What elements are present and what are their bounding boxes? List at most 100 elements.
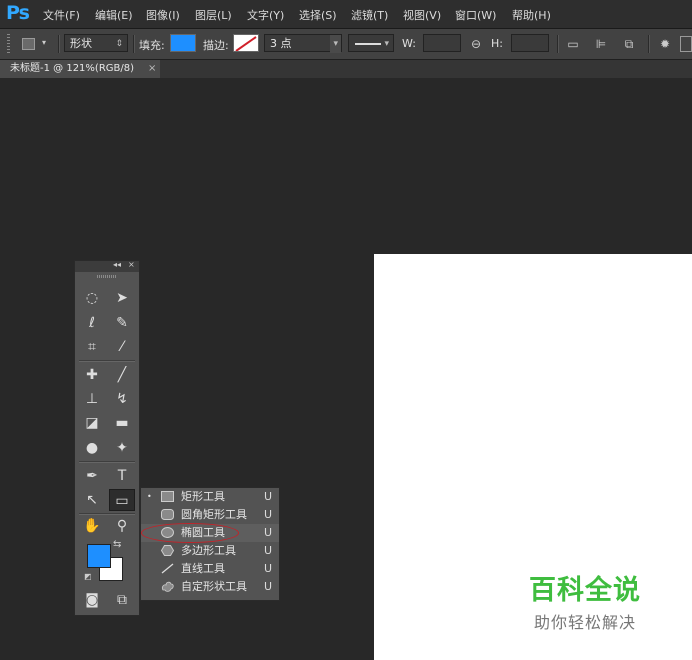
mode-select[interactable]: 形状 ⇕ xyxy=(64,34,128,52)
menu-help[interactable]: 帮助(H) xyxy=(512,7,551,23)
align-edges-checkbox[interactable] xyxy=(680,36,692,52)
pen-tool-icon[interactable]: ✒ xyxy=(79,465,105,487)
dodge-tool-icon[interactable]: ✦ xyxy=(109,437,135,459)
document-tab-title: 未标题-1 @ 121%(RGB/8) xyxy=(10,63,135,74)
flyout-item-shortcut: U xyxy=(264,580,273,593)
default-colors-icon[interactable]: ◩ xyxy=(84,572,92,581)
menu-file[interactable]: 文件(F) xyxy=(43,7,80,23)
quick-mask-icon[interactable]: ◙ xyxy=(79,589,105,611)
flyout-item-polygon[interactable]: 多边形工具 U xyxy=(141,542,279,560)
polygon-icon xyxy=(161,545,174,556)
blur-tool-icon[interactable]: ● xyxy=(79,437,105,459)
eyedropper-tool-icon[interactable]: ⁄ xyxy=(109,336,135,358)
clone-stamp-tool-icon[interactable]: ⊥ xyxy=(79,388,105,410)
path-operations-icon[interactable]: ▭ xyxy=(564,35,582,53)
foreground-color-swatch[interactable] xyxy=(87,544,111,568)
menu-window[interactable]: 窗口(W) xyxy=(455,7,496,23)
menu-layer[interactable]: 图层(L) xyxy=(195,7,232,23)
rectangle-tool-icon[interactable]: ▭ xyxy=(109,489,135,511)
history-brush-tool-icon[interactable]: ↯ xyxy=(109,388,135,410)
type-tool-icon[interactable]: T xyxy=(109,465,135,487)
hand-tool-icon[interactable]: ✋ xyxy=(79,515,105,537)
document-tab[interactable]: 未标题-1 @ 121%(RGB/8) × xyxy=(0,60,160,78)
crop-tool-icon[interactable]: ⌗ xyxy=(79,336,105,358)
stroke-color-swatch[interactable] xyxy=(233,34,259,52)
rounded-rectangle-icon xyxy=(161,509,174,520)
path-selection-tool-icon[interactable]: ↖ xyxy=(79,489,105,511)
path-alignment-icon[interactable]: ⊫ xyxy=(592,35,610,53)
chevron-down-icon: ▾ xyxy=(384,39,389,49)
close-icon[interactable]: × xyxy=(148,60,156,78)
flyout-item-rounded-rectangle[interactable]: 圆角矩形工具 U xyxy=(141,506,279,524)
panel-grip[interactable] xyxy=(97,275,117,278)
flyout-item-label: 圆角矩形工具 xyxy=(181,508,247,521)
eraser-tool-icon[interactable]: ◪ xyxy=(79,412,105,434)
up-down-arrows-icon: ⇕ xyxy=(115,39,123,49)
flyout-item-label: 多边形工具 xyxy=(181,544,236,557)
chevron-down-icon: ▾ xyxy=(42,38,47,47)
flyout-item-custom-shape[interactable]: 自定形状工具 U xyxy=(141,578,279,596)
app-logo: Ps xyxy=(6,2,30,24)
flyout-item-line[interactable]: 直线工具 U xyxy=(141,560,279,578)
tools-panel: ◂◂ × ◌ ➤ ℓ ✎ ⌗ ⁄ ✚ ╱ ⊥ ↯ ◪ ▬ ● ✦ ✒ T ↖ ▭… xyxy=(74,260,140,616)
healing-brush-tool-icon[interactable]: ✚ xyxy=(79,364,105,386)
stroke-width-value: 3 点 xyxy=(270,37,292,50)
lasso-tool-icon[interactable]: ℓ xyxy=(79,312,105,334)
divider xyxy=(557,35,559,53)
swap-colors-icon[interactable]: ⇆ xyxy=(113,539,121,550)
flyout-item-shortcut: U xyxy=(264,562,273,575)
tool-preset-picker[interactable]: ▾ xyxy=(18,35,50,53)
flyout-item-label: 矩形工具 xyxy=(181,490,225,503)
selected-bullet-icon: • xyxy=(147,492,152,501)
watermark: 百科全说 助你轻松解决 xyxy=(515,568,655,633)
custom-shape-icon xyxy=(161,581,174,592)
flyout-item-shortcut: U xyxy=(264,526,273,539)
move-tool-icon[interactable]: ➤ xyxy=(109,287,135,309)
flyout-item-shortcut: U xyxy=(264,508,273,521)
watermark-subtitle: 助你轻松解决 xyxy=(533,613,636,632)
no-color-slash-icon xyxy=(235,36,257,51)
width-label: W: xyxy=(402,37,416,50)
height-input[interactable] xyxy=(511,34,549,52)
menu-view[interactable]: 视图(V) xyxy=(403,7,441,23)
fill-label: 填充: xyxy=(139,39,165,52)
path-arrangement-icon[interactable]: ⧉ xyxy=(620,35,638,53)
link-icon[interactable]: ⊖ xyxy=(467,35,485,53)
solid-line-icon xyxy=(355,43,381,45)
brush-tool-icon[interactable]: ╱ xyxy=(109,364,135,386)
annotation-highlight-circle xyxy=(141,523,239,543)
shape-tools-flyout: • 矩形工具 U 圆角矩形工具 U 椭圆工具 U 多边形工具 U 直线工具 U … xyxy=(140,487,280,601)
options-bar: ▾ 形状 ⇕ 填充: 描边: 3 点 ▾ ▾ W: ⊖ H: ▭ ⊫ ⧉ ✹ xyxy=(0,29,692,60)
gear-icon[interactable]: ✹ xyxy=(656,35,674,53)
mode-value: 形状 xyxy=(70,37,92,50)
divider xyxy=(133,35,135,53)
gradient-tool-icon[interactable]: ▬ xyxy=(109,412,135,434)
quick-selection-tool-icon[interactable]: ✎ xyxy=(109,312,135,334)
menu-type[interactable]: 文字(Y) xyxy=(247,7,284,23)
flyout-item-shortcut: U xyxy=(264,490,273,503)
screen-mode-icon[interactable]: ⧉ xyxy=(109,589,135,611)
close-icon[interactable]: × xyxy=(128,260,135,269)
flyout-item-label: 自定形状工具 xyxy=(181,580,247,593)
divider xyxy=(79,360,135,362)
marquee-tool-icon[interactable]: ◌ xyxy=(79,287,105,309)
divider xyxy=(648,35,650,53)
zoom-tool-icon[interactable]: ⚲ xyxy=(109,515,135,537)
flyout-item-label: 直线工具 xyxy=(181,562,225,575)
chevron-down-icon: ▾ xyxy=(330,35,341,53)
options-grip[interactable] xyxy=(7,34,10,54)
width-input[interactable] xyxy=(423,34,461,52)
collapse-icon[interactable]: ◂◂ xyxy=(113,260,121,269)
fill-color-swatch[interactable] xyxy=(170,34,196,52)
rectangle-icon xyxy=(22,38,35,50)
stroke-width-field[interactable]: 3 点 ▾ xyxy=(264,34,342,53)
menu-image[interactable]: 图像(I) xyxy=(146,7,180,23)
menu-edit[interactable]: 编辑(E) xyxy=(95,7,133,23)
tools-panel-header[interactable]: ◂◂ × xyxy=(75,260,139,272)
menu-filter[interactable]: 滤镜(T) xyxy=(351,7,388,23)
document-tab-bar: 未标题-1 @ 121%(RGB/8) × xyxy=(0,60,692,78)
menu-select[interactable]: 选择(S) xyxy=(299,7,337,23)
line-icon xyxy=(161,563,174,574)
flyout-item-rectangle[interactable]: • 矩形工具 U xyxy=(141,488,279,506)
stroke-type-select[interactable]: ▾ xyxy=(348,34,394,52)
